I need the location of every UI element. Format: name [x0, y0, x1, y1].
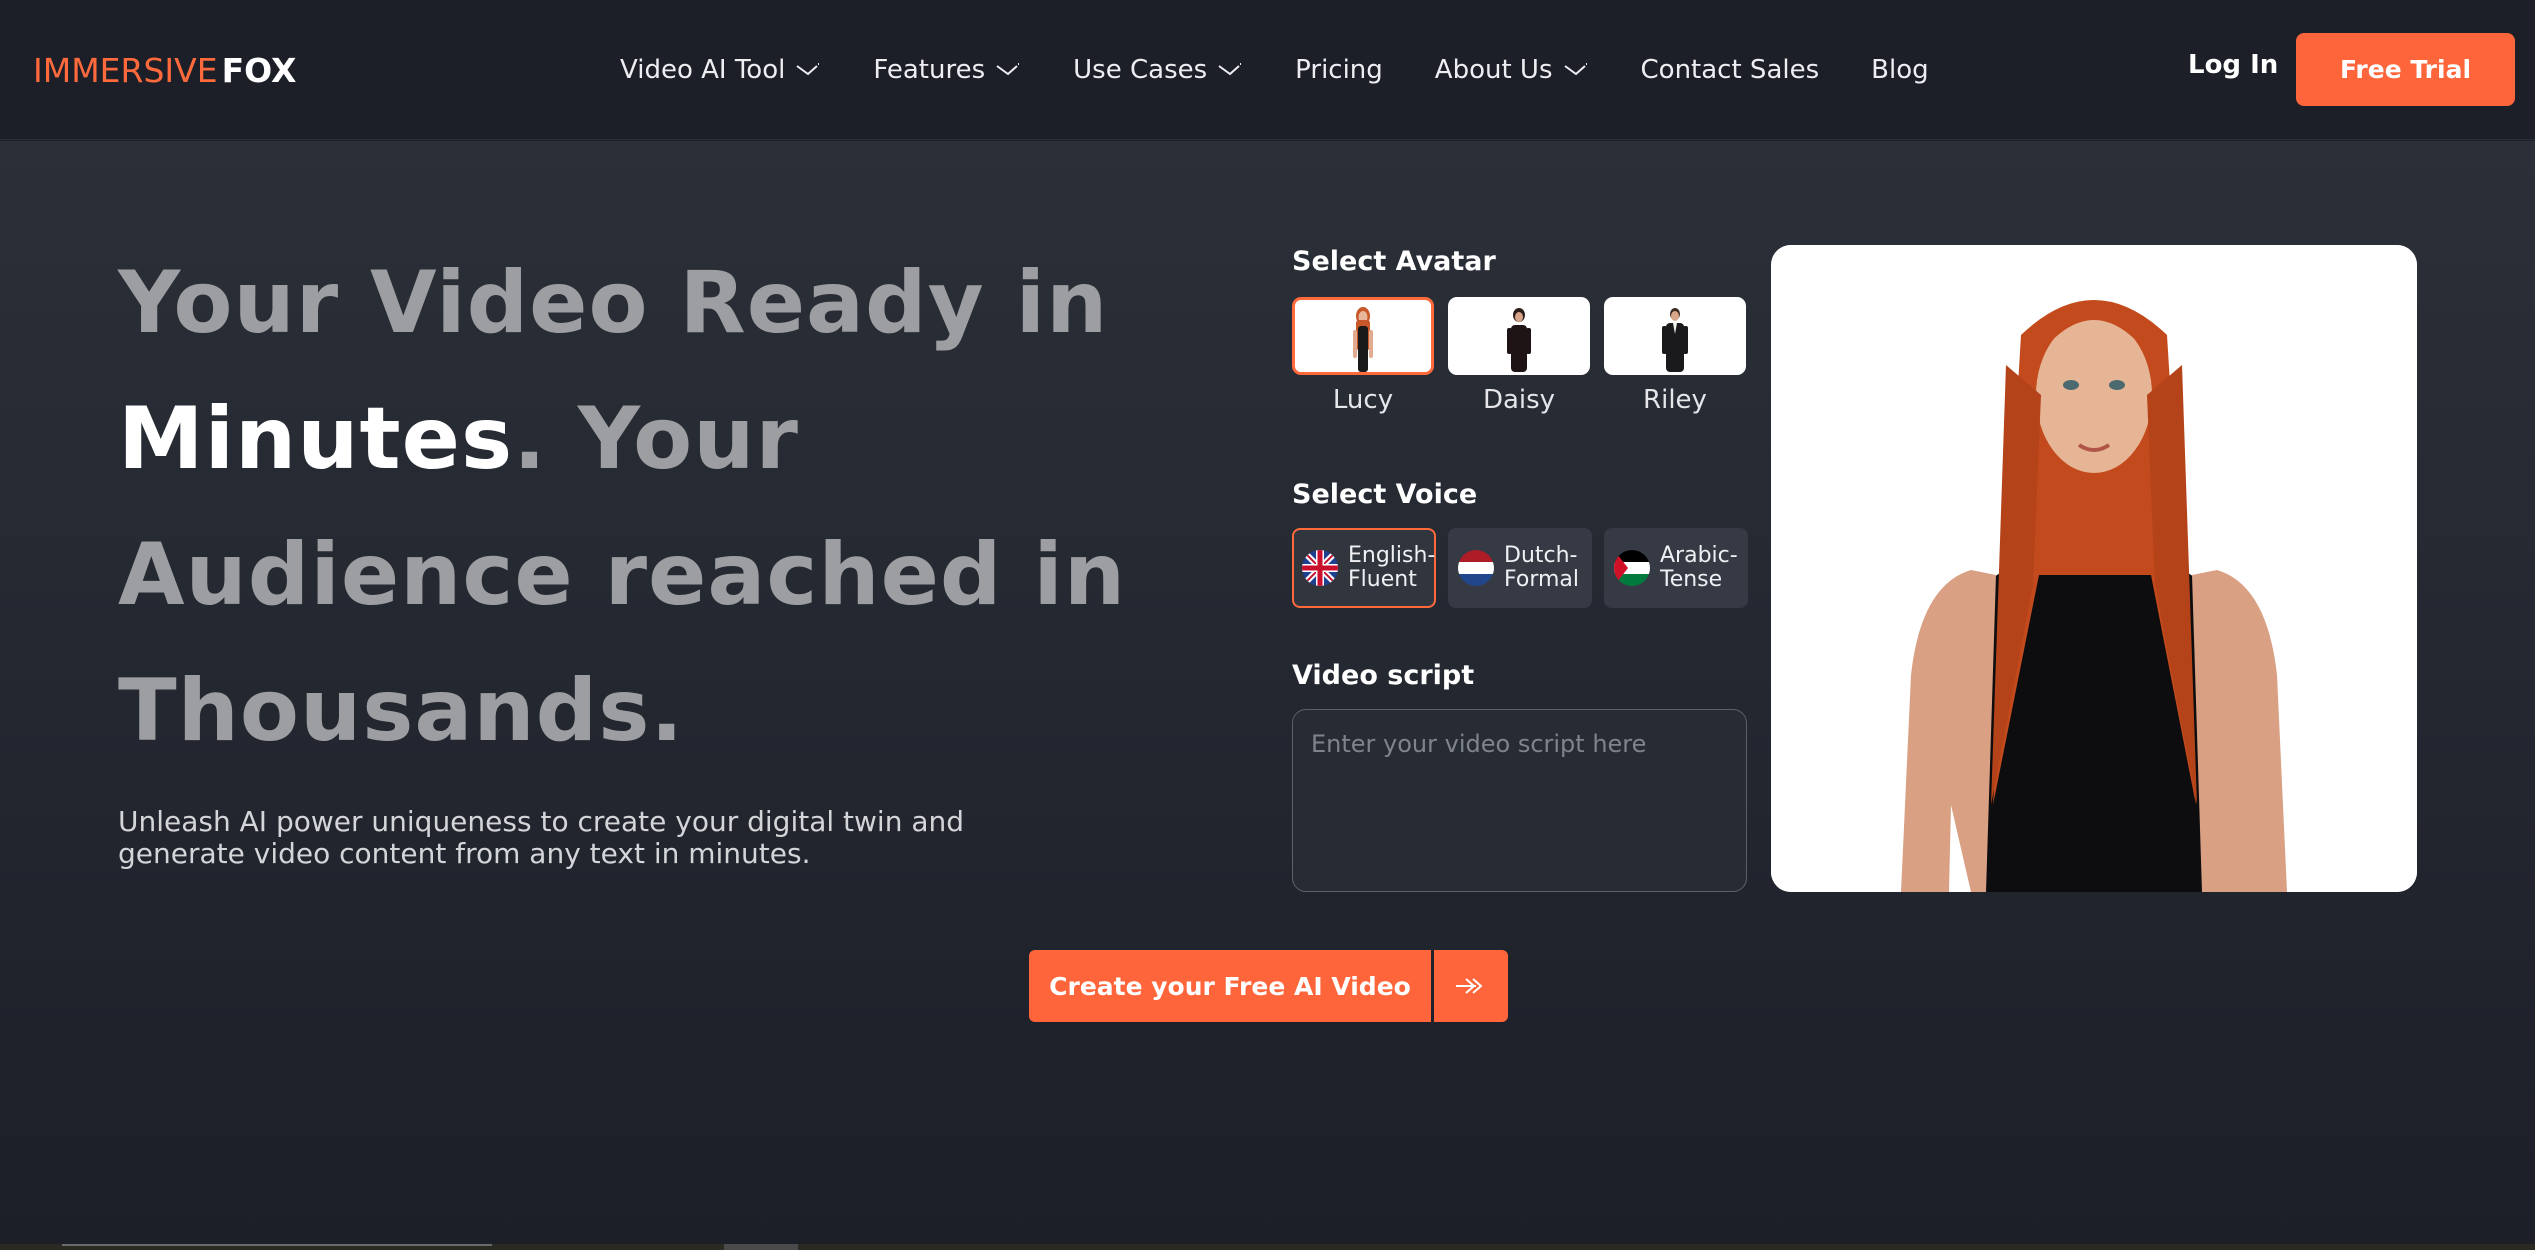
- avatar-option-riley[interactable]: Riley: [1604, 297, 1746, 415]
- avatar-option-lucy[interactable]: Lucy: [1292, 297, 1434, 415]
- free-trial-button[interactable]: Free Trial: [2296, 33, 2515, 106]
- person-icon: [1353, 307, 1373, 372]
- avatar-thumbnail: [1292, 297, 1434, 375]
- cta-group: Create your Free AI Video: [1029, 950, 1508, 1022]
- chevron-down-icon: [1218, 63, 1242, 76]
- site-header: IMMERSIVE FOX Video AI Tool Features Use…: [0, 0, 2535, 140]
- avatar-thumbnail: [1448, 297, 1590, 375]
- chevron-down-icon: [796, 63, 820, 76]
- voice-label-line1: Arabic-: [1660, 543, 1738, 568]
- avatar-selector: Lucy Daisy Riley: [1292, 297, 1760, 415]
- nav-item-contact-sales[interactable]: Contact Sales: [1641, 55, 1820, 85]
- voice-label-line2: Tense: [1660, 567, 1723, 592]
- arabic-flag-icon: [1614, 550, 1650, 586]
- double-chevron-right-icon: [1456, 978, 1483, 994]
- voice-option-dutch-formal[interactable]: Dutch- Formal: [1448, 528, 1592, 608]
- chevron-down-icon: [1563, 63, 1587, 76]
- person-icon: [1662, 308, 1688, 372]
- uk-flag-icon: [1302, 550, 1338, 586]
- voice-label-line1: English-: [1348, 543, 1436, 568]
- brand-name-part2: FOX: [221, 50, 297, 90]
- avatar-thumbnail: [1604, 297, 1746, 375]
- bottom-strip-segment: [724, 1244, 798, 1250]
- brand-logo[interactable]: IMMERSIVE FOX: [33, 50, 296, 90]
- nav-item-about-us[interactable]: About Us: [1435, 55, 1589, 85]
- bottom-strip: [0, 1244, 2535, 1250]
- avatar-name: Daisy: [1482, 385, 1556, 415]
- nav-item-label: Pricing: [1295, 55, 1383, 85]
- voice-label-line2: Formal: [1504, 567, 1580, 592]
- main-nav: Video AI Tool Features Use Cases Pricing…: [620, 48, 1981, 92]
- select-avatar-title: Select Avatar: [1292, 246, 1496, 277]
- avatar-preview-image: [1771, 245, 2417, 892]
- login-link[interactable]: Log In: [2188, 50, 2278, 80]
- avatar-name: Riley: [1643, 385, 1707, 415]
- cta-arrow-button[interactable]: [1434, 950, 1508, 1022]
- nav-item-label: About Us: [1434, 55, 1553, 85]
- headline-part1: Your Video Ready in: [118, 253, 1109, 353]
- nav-item-label: Blog: [1871, 55, 1929, 85]
- netherlands-flag-icon: [1458, 550, 1494, 586]
- nav-item-use-cases[interactable]: Use Cases: [1073, 55, 1243, 85]
- avatar-option-daisy[interactable]: Daisy: [1448, 297, 1590, 415]
- brand-name-part1: IMMERSIVE: [33, 50, 218, 90]
- voice-option-english-fluent[interactable]: English- Fluent: [1292, 528, 1436, 608]
- nav-item-label: Video AI Tool: [620, 55, 786, 85]
- hero-subtitle: Unleash AI power uniqueness to create yo…: [118, 805, 965, 870]
- nav-item-features[interactable]: Features: [873, 55, 1021, 85]
- nav-item-label: Contact Sales: [1640, 55, 1820, 85]
- avatar-preview: [1771, 245, 2417, 892]
- avatar-name: Lucy: [1332, 385, 1394, 415]
- nav-item-blog[interactable]: Blog: [1871, 55, 1928, 85]
- select-voice-title: Select Voice: [1292, 479, 1478, 510]
- voice-label: Arabic- Tense: [1660, 544, 1738, 592]
- chevron-down-icon: [996, 63, 1020, 76]
- voice-option-arabic-tense[interactable]: Arabic- Tense: [1604, 528, 1748, 608]
- voice-label-line1: Dutch-: [1504, 543, 1578, 568]
- video-script-title: Video script: [1292, 660, 1475, 691]
- create-video-button[interactable]: Create your Free AI Video: [1029, 950, 1431, 1022]
- person-icon: [1507, 308, 1531, 372]
- voice-label: English- Fluent: [1348, 544, 1435, 592]
- bottom-strip-segment: [62, 1244, 492, 1250]
- nav-item-label: Use Cases: [1073, 55, 1208, 85]
- voice-selector: English- Fluent Dutch- Formal Arabic- Te…: [1292, 528, 1760, 608]
- hero-headline: Your Video Ready in Minutes. Your Audien…: [118, 235, 1198, 779]
- headline-highlight: Minutes: [118, 389, 514, 489]
- voice-label-line2: Fluent: [1348, 567, 1417, 592]
- nav-item-label: Features: [873, 55, 986, 85]
- voice-label: Dutch- Formal: [1504, 544, 1579, 592]
- video-script-input[interactable]: [1292, 709, 1747, 892]
- nav-item-pricing[interactable]: Pricing: [1295, 55, 1383, 85]
- nav-item-video-ai-tool[interactable]: Video AI Tool: [620, 55, 821, 85]
